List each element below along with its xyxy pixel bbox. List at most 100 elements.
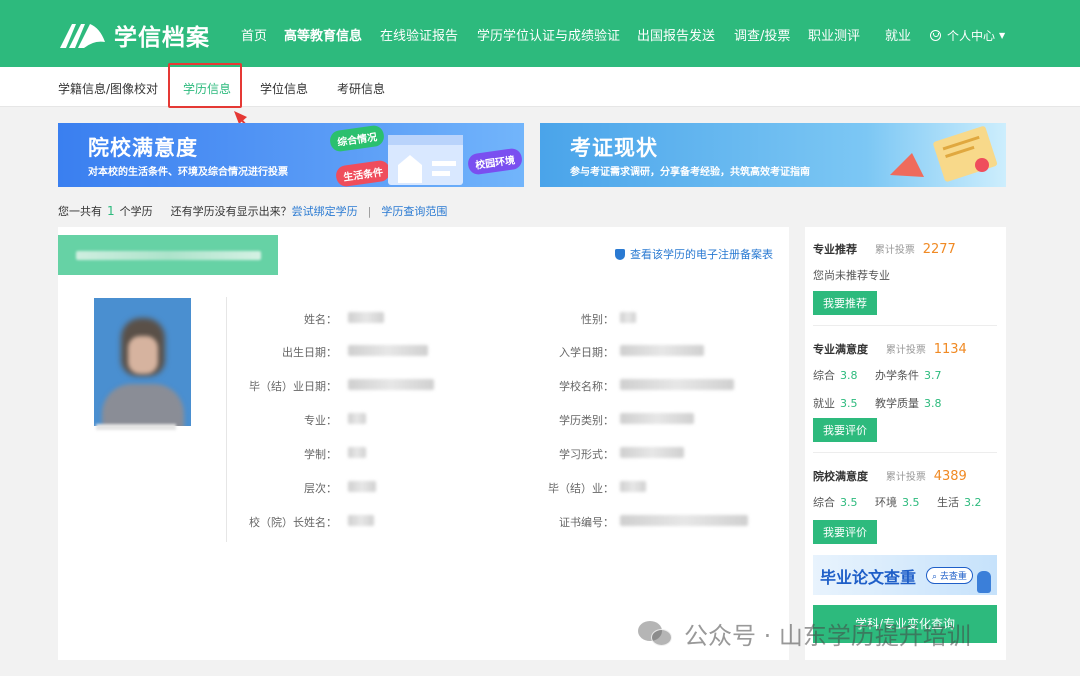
field-label-study-mode: 学习形式： — [559, 448, 614, 461]
no-recommend-text: 您尚未推荐专业 — [813, 269, 890, 282]
nav-career-test[interactable]: 职业测评 — [808, 25, 860, 44]
score-value: 3.5 — [902, 496, 920, 509]
redacted-value — [620, 515, 748, 526]
redacted-value — [348, 413, 366, 424]
education-count: 1 — [107, 204, 115, 218]
rate-school-button[interactable]: 我要评价 — [813, 520, 877, 544]
student-photo — [94, 298, 191, 426]
annotation-highlight-box — [168, 63, 242, 108]
banner-school-satisfaction[interactable]: 院校满意度 对本校的生活条件、环境及综合情况进行投票 综合情况 生活条件 校园环… — [58, 123, 524, 187]
section-title: 专业满意度 — [813, 343, 868, 356]
field-label-name: 姓名： — [304, 313, 337, 326]
field-label-birth-date: 出生日期： — [282, 346, 337, 359]
go-check-label: 去查重 — [939, 572, 967, 582]
redacted-value — [620, 447, 684, 458]
field-label-level: 层次： — [304, 482, 337, 495]
score-value: 3.7 — [924, 369, 942, 382]
wechat-icon — [638, 619, 674, 649]
major-satisfaction-section: 专业满意度 累计投票 1134 综合 3.8 办学条件 3.7 就业 3.5 教学质量… — [813, 341, 997, 442]
nav-home[interactable]: 首页 — [241, 25, 267, 44]
sub-nav: 学籍信息/图像校对 学历信息 学位信息 考研信息 — [0, 67, 1080, 107]
school-building-icon — [388, 135, 463, 185]
field-label-enrollment-date: 入学日期： — [559, 346, 614, 359]
user-icon — [930, 30, 941, 41]
section-title: 院校满意度 — [813, 470, 868, 483]
score-label: 环境 — [875, 496, 897, 509]
votes-label: 累计投票 — [885, 472, 926, 483]
top-nav-bar: 学信档案 首页 高等教育信息 在线验证报告 学历学位认证与成绩验证 出国报告发送… — [0, 0, 1080, 67]
field-label-duration: 学制： — [304, 448, 337, 461]
votes-count: 2277 — [922, 242, 956, 257]
score-label: 教学质量 — [875, 397, 919, 410]
score-label: 生活 — [937, 496, 959, 509]
votes-count: 1134 — [933, 342, 967, 357]
field-label-certificate-number: 证书编号： — [559, 516, 614, 529]
divider — [813, 325, 997, 326]
field-label-gender: 性别： — [581, 313, 614, 326]
score-value: 3.5 — [840, 397, 858, 410]
banner-tag: 生活条件 — [334, 159, 392, 187]
field-label-graduation-status: 毕（结）业： — [548, 482, 614, 495]
school-satisfaction-section: 院校满意度 累计投票 4389 综合 3.5 环境 3.5 生活 3.2 我要评价 — [813, 468, 997, 544]
field-label-graduation-date: 毕（结）业日期： — [249, 380, 337, 393]
recommend-major-button[interactable]: 我要推荐 — [813, 291, 877, 315]
score-value: 3.8 — [924, 397, 942, 410]
education-count-line: 您一共有 1 个学历 还有学历没有显示出来？ 尝试绑定学历 | 学历查询范围 — [58, 203, 447, 219]
banner-subtitle: 参与考证需求调研，分享备考经验，共筑高效考证指南 — [570, 167, 810, 178]
count-suffix: 个学历 — [119, 205, 153, 218]
sidebar-panel: 专业推荐 累计投票 2277 您尚未推荐专业 我要推荐 专业满意度 累计投票 1… — [805, 227, 1006, 660]
field-label-school-name: 学校名称： — [559, 380, 614, 393]
divider — [226, 297, 227, 542]
banner-subtitle: 对本校的生活条件、环境及综合情况进行投票 — [88, 167, 288, 178]
missing-question: 还有学历没有显示出来？ — [170, 205, 292, 218]
redacted-value — [620, 345, 704, 356]
nav-personal-center[interactable]: 个人中心 ▼ — [930, 27, 1005, 44]
pointer-hand-icon — [977, 571, 991, 593]
watermark-text: 公众号 · 山东学历提升培训 — [684, 622, 971, 650]
nav-employment[interactable]: 就业 — [885, 25, 911, 44]
personal-center-label: 个人中心 — [947, 29, 996, 43]
education-record-card: 查看该学历的电子注册备案表 姓名： 出生日期： 毕（结）业日期： 专业： 学制：… — [58, 227, 789, 660]
score-label: 办学条件 — [875, 369, 919, 382]
nav-higher-education[interactable]: 高等教育信息 — [284, 25, 362, 44]
redacted-value — [620, 413, 694, 424]
nav-online-report[interactable]: 在线验证报告 — [380, 25, 458, 44]
bind-education-link[interactable]: 尝试绑定学历 — [292, 203, 358, 219]
nav-abroad-report[interactable]: 出国报告发送 — [637, 25, 715, 44]
score-label: 综合 — [813, 369, 835, 382]
score-value: 3.8 — [840, 369, 858, 382]
certificate-illustration-icon — [890, 126, 998, 182]
nav-survey[interactable]: 调查/投票 — [734, 25, 790, 44]
banner-tag: 校园环境 — [466, 147, 524, 176]
wechat-watermark: 公众号 · 山东学历提升培训 — [638, 616, 971, 651]
redacted-value — [620, 379, 734, 390]
book-logo-icon — [58, 20, 108, 50]
score-label: 就业 — [813, 397, 835, 410]
subnav-postgrad-exam[interactable]: 考研信息 — [337, 80, 385, 97]
thesis-check-banner[interactable]: 毕业论文查重 ⌕ 去查重 — [813, 555, 997, 595]
redacted-value — [348, 447, 366, 458]
votes-count: 4389 — [933, 469, 967, 484]
brand-logo[interactable]: 学信档案 — [58, 18, 210, 52]
divider: | — [367, 204, 372, 218]
rate-major-button[interactable]: 我要评价 — [813, 418, 877, 442]
registration-record-label: 查看该学历的电子注册备案表 — [630, 248, 773, 261]
subnav-degree[interactable]: 学位信息 — [260, 80, 308, 97]
chevron-down-icon: ▼ — [999, 31, 1006, 40]
redacted-value — [348, 379, 434, 390]
banner-certificate-survey[interactable]: 考证现状 参与考证需求调研，分享备考经验，共筑高效考证指南 — [540, 123, 1006, 187]
score-value: 3.2 — [964, 496, 982, 509]
redacted-school-name — [76, 251, 261, 260]
redacted-value — [348, 345, 428, 356]
school-name-bar — [58, 235, 278, 275]
nav-certification[interactable]: 学历学位认证与成绩验证 — [477, 25, 620, 44]
redacted-value — [348, 312, 384, 323]
query-range-link[interactable]: 学历查询范围 — [381, 203, 447, 219]
registration-record-link[interactable]: 查看该学历的电子注册备案表 — [615, 246, 773, 262]
field-label-major: 专业： — [304, 414, 337, 427]
score-value: 3.5 — [840, 496, 858, 509]
redacted-value — [348, 481, 376, 492]
subnav-student-status[interactable]: 学籍信息/图像校对 — [58, 80, 158, 97]
go-check-button[interactable]: ⌕ 去查重 — [926, 567, 973, 584]
score-label: 综合 — [813, 496, 835, 509]
